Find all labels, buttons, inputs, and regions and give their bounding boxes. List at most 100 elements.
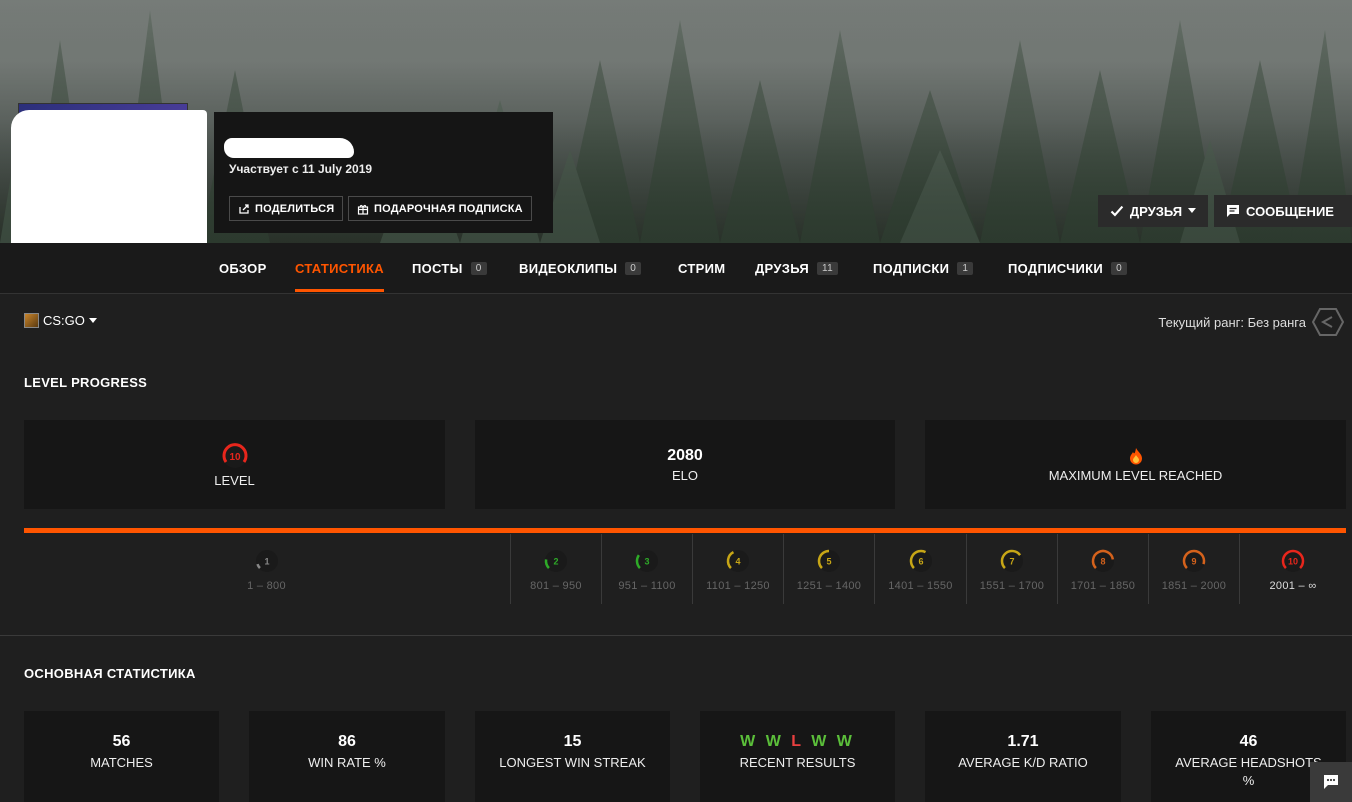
chat-button[interactable] xyxy=(1310,762,1352,802)
level-range-label: 1401 – 1550 xyxy=(888,580,953,592)
rank-icon xyxy=(1312,308,1344,336)
share-icon xyxy=(239,203,249,214)
tab-subscribers[interactable]: ПОДПИСЧИКИ 0 xyxy=(1008,243,1127,293)
elo-value: 2080 xyxy=(667,446,703,464)
elo-card: 2080 ELO xyxy=(475,420,895,509)
stat-value: 1.71 xyxy=(1007,733,1039,750)
stat-label: WIN RATE % xyxy=(308,755,386,770)
tab-videoclips[interactable]: ВИДЕОКЛИПЫ 0 xyxy=(519,243,642,293)
game-label: CS:GO xyxy=(43,313,85,328)
tab-overview[interactable]: ОБЗОР xyxy=(219,243,267,293)
stat-value: 86 xyxy=(338,733,356,750)
level-range-item: 4 1101 – 1250 xyxy=(692,534,783,604)
result-item: W xyxy=(836,733,855,750)
level-range-item: 2 801 – 950 xyxy=(510,534,601,604)
stat-label: RECENT RESULTS xyxy=(739,755,856,770)
level-badge-number: 3 xyxy=(644,557,649,567)
game-selector[interactable]: CS:GO xyxy=(24,313,97,328)
profile-info-box: Участвует с 11 July 2019 ПОДЕЛИТЬСЯ ПОДА… xyxy=(214,112,553,233)
elo-label: ELO xyxy=(671,467,698,483)
level-10-icon: 10 xyxy=(222,442,247,468)
level-range-label: 1701 – 1850 xyxy=(1070,580,1136,592)
level-range-label: 1101 – 1250 xyxy=(706,580,770,592)
level-badge-number: 10 xyxy=(1288,557,1298,567)
tab-label: ОБЗОР xyxy=(219,260,267,276)
level-badge-icon: 7 xyxy=(1000,549,1023,572)
level-range-label: 1251 – 1400 xyxy=(796,580,862,592)
level-badge-icon: 5 xyxy=(817,549,840,572)
result-item: W xyxy=(740,733,759,750)
stat-label: MATCHES xyxy=(90,755,153,770)
rank-label: Текущий ранг: Без ранга xyxy=(1158,314,1306,330)
tab-count-badge: 1 xyxy=(957,261,974,275)
tab-label: ПОДПИСКИ xyxy=(873,260,950,276)
level-label: LEVEL xyxy=(214,472,255,488)
stat-label: AVERAGE HEADSHOTS % xyxy=(1175,755,1322,788)
level-range-item: 6 1401 – 1550 xyxy=(874,534,966,604)
level-range-item: 8 1701 – 1850 xyxy=(1057,534,1148,604)
tab-subscriptions[interactable]: ПОДПИСКИ 1 xyxy=(873,243,974,293)
stat-win-rate: 86 WIN RATE % xyxy=(249,711,445,802)
tab-label: СТРИМ xyxy=(678,260,726,276)
tab-label: ПОДПИСЧИКИ xyxy=(1008,260,1104,276)
check-icon xyxy=(1110,205,1124,217)
level-badge-number: 2 xyxy=(553,557,558,567)
result-item: L xyxy=(791,733,804,750)
stat-value: 56 xyxy=(112,733,131,750)
tab-stream[interactable]: СТРИМ xyxy=(678,243,725,293)
level-card: 10 LEVEL xyxy=(24,420,445,509)
tab-count-badge: 0 xyxy=(470,261,487,275)
level-range-label: 1551 – 1700 xyxy=(979,580,1045,592)
gift-icon xyxy=(357,204,369,215)
stat-value: 15 xyxy=(563,733,582,750)
level-badge-icon: 10 xyxy=(1281,549,1305,572)
chat-icon xyxy=(1324,775,1338,789)
tab-label: ДРУЗЬЯ xyxy=(755,260,809,276)
friends-dropdown-button[interactable]: ДРУЗЬЯ xyxy=(1098,195,1208,227)
level-badge-icon: 2 xyxy=(544,550,567,572)
result-item: W xyxy=(765,733,784,750)
fire-icon xyxy=(1129,447,1142,464)
tab-count-badge: 0 xyxy=(625,261,642,275)
tab-statistics[interactable]: СТАТИСТИКА xyxy=(295,243,384,293)
tab-count-badge: 0 xyxy=(1111,261,1127,275)
gift-subscription-button[interactable]: ПОДАРОЧНАЯ ПОДПИСКА xyxy=(348,196,532,221)
message-button[interactable]: СООБЩЕНИЕ xyxy=(1214,195,1352,227)
level-range-label: 1851 – 2000 xyxy=(1161,580,1227,592)
level-progress-bar xyxy=(24,528,1346,533)
tab-label: ВИДЕОКЛИПЫ xyxy=(519,260,618,276)
recent-results-list: W W L W W xyxy=(740,733,855,751)
level-badge-icon: 8 xyxy=(1091,549,1115,572)
level-badge-icon: 1 xyxy=(255,550,278,572)
level-badge-number: 9 xyxy=(1191,557,1196,567)
share-label: ПОДЕЛИТЬСЯ xyxy=(255,202,335,215)
result-item: W xyxy=(811,733,830,750)
level-range-item: 7 1551 – 1700 xyxy=(966,534,1057,604)
message-label: СООБЩЕНИЕ xyxy=(1246,203,1334,219)
level-range-label: 951 – 1100 xyxy=(618,580,676,592)
level-range-item: 1 1 – 800 xyxy=(24,534,509,604)
level-progress-title: LEVEL PROGRESS xyxy=(24,375,148,390)
level-range-item: 3 951 – 1100 xyxy=(601,534,692,604)
stat-label: LONGEST WIN STREAK xyxy=(499,755,646,770)
main-stats-title: ОСНОВНАЯ СТАТИСТИКА xyxy=(24,666,196,681)
level-badge-number: 7 xyxy=(1009,557,1014,567)
profile-nav: ОБЗОР СТАТИСТИКА ПОСТЫ 0 ВИДЕОКЛИПЫ 0 СТ… xyxy=(0,243,1352,294)
level-number: 10 xyxy=(229,452,241,463)
stat-value: 46 xyxy=(1239,733,1258,750)
share-button[interactable]: ПОДЕЛИТЬСЯ xyxy=(229,196,344,221)
level-range-label: 2001 – ∞ xyxy=(1269,580,1317,592)
level-badge-icon: 9 xyxy=(1182,549,1206,572)
friends-label: ДРУЗЬЯ xyxy=(1129,203,1183,219)
username-redaction xyxy=(224,138,354,158)
level-range-item: 10 2001 – ∞ xyxy=(1239,534,1346,604)
tab-posts[interactable]: ПОСТЫ 0 xyxy=(412,243,487,293)
level-badge-icon: 3 xyxy=(635,550,658,572)
level-badge-number: 5 xyxy=(826,557,831,567)
tab-count-badge: 11 xyxy=(816,261,838,275)
level-badge-number: 6 xyxy=(918,557,923,567)
tab-label: ПОСТЫ xyxy=(412,260,463,276)
stat-label: AVERAGE K/D RATIO xyxy=(958,755,1088,770)
tab-friends[interactable]: ДРУЗЬЯ 11 xyxy=(755,243,838,293)
stat-longest-streak: 15 LONGEST WIN STREAK xyxy=(475,711,670,802)
